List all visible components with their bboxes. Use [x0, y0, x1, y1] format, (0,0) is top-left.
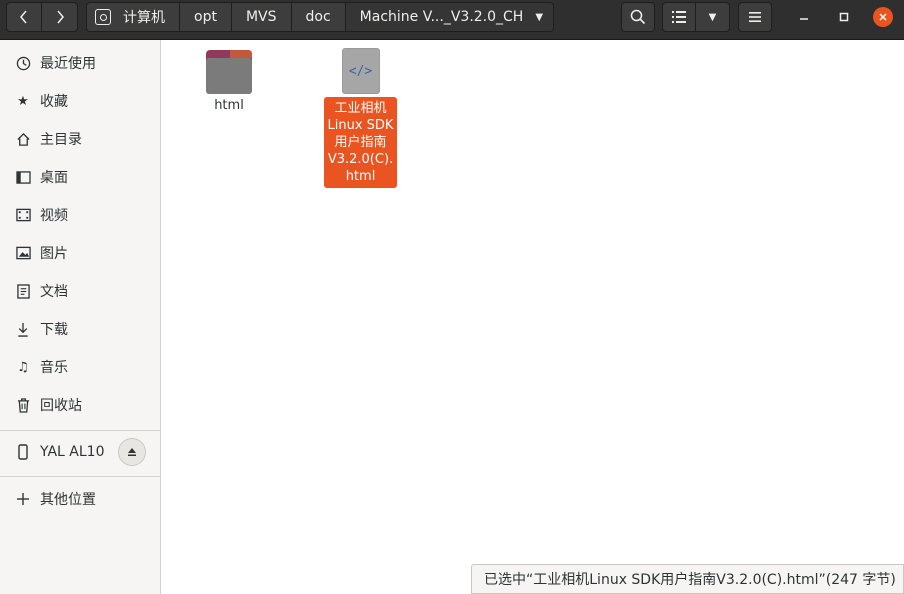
minimize-button[interactable]: [794, 7, 814, 27]
file-item-html-selected[interactable]: </> 工业相机 Linux SDK 用户指南 V3.2.0(C). html: [324, 48, 397, 188]
file-name-line: V3.2.0(C).: [327, 152, 394, 167]
sidebar-item-device[interactable]: YAL AL10: [0, 434, 160, 470]
sidebar-item-label: 桌面: [40, 170, 68, 186]
sidebar-item-label: 下载: [40, 322, 68, 338]
disk-icon: [95, 9, 111, 25]
view-options-button[interactable]: ▼: [696, 2, 730, 32]
chevron-down-icon: ▼: [708, 11, 717, 23]
path-crumb-mvs[interactable]: MVS: [231, 2, 292, 32]
home-icon: [15, 131, 31, 147]
sidebar-item-trash[interactable]: 回收站: [0, 387, 160, 423]
file-view: html </> 工业相机 Linux SDK 用户指南 V3.2.0(C). …: [161, 40, 904, 594]
code-glyph: </>: [348, 63, 373, 79]
sidebar-item-videos[interactable]: 视频: [0, 197, 160, 233]
path-crumb-label: doc: [305, 9, 331, 25]
sidebar-item-starred[interactable]: ★ 收藏: [0, 83, 160, 119]
sidebar-item-pictures[interactable]: 图片: [0, 235, 160, 271]
file-name: html: [214, 98, 244, 113]
path-crumb-label: opt: [194, 9, 217, 25]
file-item-folder[interactable]: html: [206, 50, 252, 113]
close-icon: [879, 13, 887, 21]
path-crumb-label: Machine V..._V3.2.0_CH: [359, 9, 524, 25]
path-crumb-doc[interactable]: doc: [291, 2, 346, 32]
sidebar-item-label: 其他位置: [40, 492, 96, 508]
view-toggle-button[interactable]: [662, 2, 696, 32]
chevron-left-icon: [20, 10, 27, 24]
path-crumb-opt[interactable]: opt: [180, 2, 232, 32]
path-crumb-label: MVS: [245, 9, 277, 25]
sidebar-divider: [0, 476, 160, 477]
sidebar-item-label: 视频: [40, 208, 68, 224]
maximize-icon: [839, 12, 849, 22]
list-view-icon: [672, 11, 686, 23]
file-name-line: Linux SDK: [327, 118, 394, 133]
sidebar-item-music[interactable]: ♫ 音乐: [0, 349, 160, 385]
hamburger-menu-icon: [749, 12, 761, 22]
sidebar-item-label: 主目录: [40, 132, 82, 148]
sidebar-item-desktop[interactable]: 桌面: [0, 159, 160, 195]
selection-status-bar: 已选中“工业相机Linux SDK用户指南V3.2.0(C).html”(247…: [471, 564, 904, 594]
header-bar: 计算机 opt MVS doc Machine V..._V3.2.0_CH ▼…: [0, 0, 904, 40]
search-icon: [630, 9, 646, 25]
folder-icon: [206, 50, 252, 94]
forward-button[interactable]: [42, 2, 78, 32]
star-icon: ★: [17, 93, 29, 109]
sidebar-item-label: 回收站: [40, 398, 82, 414]
minimize-icon: [800, 18, 808, 20]
path-crumb-label: 计算机: [123, 10, 165, 26]
sidebar-item-home[interactable]: 主目录: [0, 121, 160, 157]
sidebar-item-documents[interactable]: 文档: [0, 273, 160, 309]
html-file-icon: </>: [341, 48, 380, 94]
sidebar-item-label: 音乐: [40, 360, 68, 376]
video-icon: [15, 207, 31, 223]
eject-button[interactable]: [118, 438, 146, 466]
path-crumb-computer[interactable]: 计算机: [86, 2, 180, 32]
sidebar: 最近使用 ★ 收藏 主目录 桌面 视频 图片 文档 下载 ♫ 音乐 回收站 YA…: [0, 40, 161, 594]
file-name-line: html: [345, 169, 376, 184]
eject-icon: [128, 448, 136, 456]
sidebar-item-recent[interactable]: 最近使用: [0, 45, 160, 81]
selection-status-text: 已选中“工业相机Linux SDK用户指南V3.2.0(C).html”(247…: [484, 572, 896, 588]
chevron-down-icon: ▼: [535, 11, 544, 23]
music-icon: ♫: [17, 359, 29, 375]
sidebar-item-label: YAL AL10: [40, 444, 105, 460]
chevron-right-icon: [56, 10, 64, 24]
path-crumb-current[interactable]: Machine V..._V3.2.0_CH ▼: [345, 2, 555, 32]
picture-icon: [15, 245, 31, 261]
search-button[interactable]: [621, 2, 655, 32]
file-name-line: 用户指南: [334, 135, 387, 150]
trash-icon: [15, 397, 31, 413]
desktop-icon: [15, 169, 31, 185]
maximize-button[interactable]: [834, 7, 854, 27]
clock-icon: [15, 55, 31, 71]
close-button[interactable]: [873, 7, 893, 27]
sidebar-item-label: 文档: [40, 284, 68, 300]
sidebar-item-label: 图片: [40, 246, 68, 262]
sidebar-item-label: 收藏: [40, 94, 68, 110]
phone-icon: [15, 444, 31, 460]
plus-icon: [15, 491, 31, 507]
sidebar-divider: [0, 430, 160, 431]
download-icon: [15, 321, 31, 337]
path-bar: 计算机 opt MVS doc Machine V..._V3.2.0_CH ▼: [86, 2, 555, 32]
sidebar-item-label: 最近使用: [40, 56, 96, 72]
sidebar-item-other-locations[interactable]: 其他位置: [0, 481, 160, 517]
back-button[interactable]: [6, 2, 42, 32]
file-name-line: 工业相机: [334, 101, 387, 116]
file-name-selected: 工业相机 Linux SDK 用户指南 V3.2.0(C). html: [324, 97, 397, 188]
sidebar-item-downloads[interactable]: 下载: [0, 311, 160, 347]
document-icon: [15, 283, 31, 299]
main-menu-button[interactable]: [738, 2, 772, 32]
